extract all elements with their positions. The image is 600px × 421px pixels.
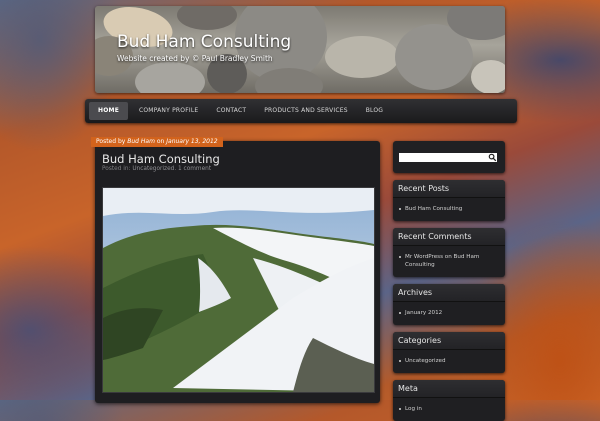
post-author-link[interactable]: Bud Ham <box>127 138 155 145</box>
nav-item-blog[interactable]: BLOG <box>357 102 392 120</box>
header-stone <box>325 36 399 78</box>
header-stone <box>135 62 205 93</box>
site-description: Website created by © Paul Bradley Smith <box>117 54 273 63</box>
widget-archives: Archives January 2012 <box>393 284 505 325</box>
header-stone <box>255 68 323 93</box>
widget-title: Meta <box>393 380 505 398</box>
nav-item-contact[interactable]: CONTACT <box>207 102 255 120</box>
search-icon[interactable] <box>488 153 497 162</box>
header-stone <box>471 60 505 93</box>
post-category-link[interactable]: Uncategorized <box>132 166 174 172</box>
recent-post-link[interactable]: Bud Ham Consulting <box>393 203 505 215</box>
post-landscape-image <box>102 187 375 393</box>
widget-recent-posts: Recent Posts Bud Ham Consulting <box>393 180 505 221</box>
post-title[interactable]: Bud Ham Consulting <box>102 152 220 166</box>
meta-prefix: Posted by <box>96 138 126 145</box>
site-title[interactable]: Bud Ham Consulting <box>117 32 291 52</box>
search-input[interactable] <box>399 153 497 162</box>
meta-on: on <box>156 138 165 145</box>
widget-recent-comments: Recent Comments Mr WordPress on Bud Ham … <box>393 228 505 277</box>
post-sub-separator: . <box>174 166 177 172</box>
site-header: Bud Ham Consulting Website created by © … <box>95 6 505 93</box>
widget-title: Recent Comments <box>393 228 505 246</box>
nav-item-company-profile[interactable]: COMPANY PROFILE <box>130 102 207 120</box>
category-link[interactable]: Uncategorized <box>393 355 505 367</box>
header-stone <box>177 6 237 30</box>
sidebar: Recent Posts Bud Ham Consulting Recent C… <box>393 141 505 421</box>
main-nav: HOME COMPANY PROFILE CONTACT PRODUCTS AN… <box>85 99 517 123</box>
archive-link[interactable]: January 2012 <box>393 307 505 319</box>
landscape-illustration <box>103 188 374 392</box>
widget-title: Categories <box>393 332 505 350</box>
post-comments-link[interactable]: 1 comment <box>178 166 211 172</box>
widget-categories: Categories Uncategorized <box>393 332 505 373</box>
post-date: January 13, 2012 <box>166 138 218 145</box>
post-panel: Bud Ham Consulting Posted in: Uncategori… <box>95 141 380 403</box>
nav-item-home[interactable]: HOME <box>89 102 128 120</box>
post-subinfo: Posted in: Uncategorized. 1 comment <box>102 166 211 172</box>
widget-meta: Meta Log in <box>393 380 505 421</box>
recent-comment-link[interactable]: Mr WordPress on Bud Ham Consulting <box>393 251 505 271</box>
widget-title: Archives <box>393 284 505 302</box>
widget-title: Recent Posts <box>393 180 505 198</box>
posted-in-label: Posted in: <box>102 166 131 172</box>
post-meta-tag: Posted by Bud Ham on January 13, 2012 <box>91 137 223 147</box>
nav-item-products-and-services[interactable]: PRODUCTS AND SERVICES <box>255 102 357 120</box>
search-widget <box>393 141 505 173</box>
login-link[interactable]: Log in <box>393 403 505 415</box>
